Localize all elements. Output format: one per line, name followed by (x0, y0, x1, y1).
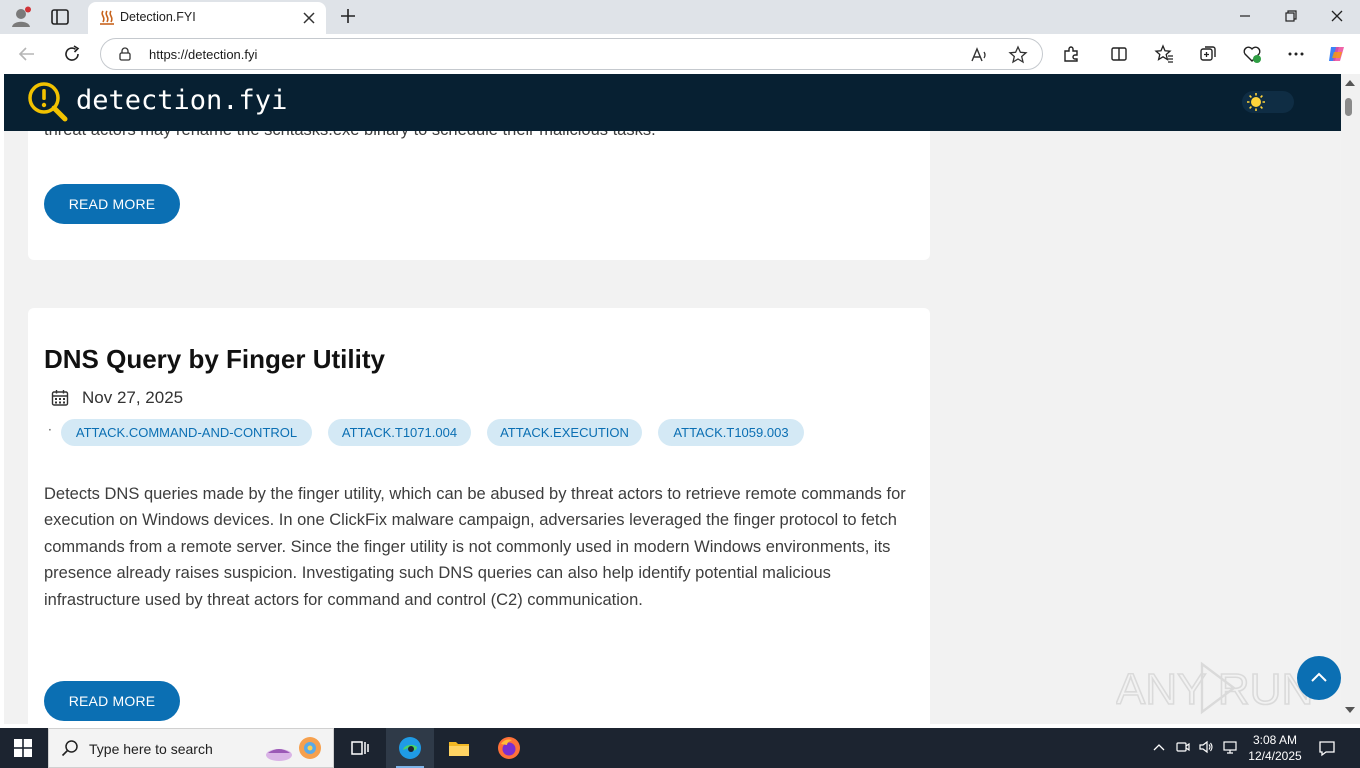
windows-start-icon[interactable] (14, 739, 32, 757)
read-more-button[interactable]: READ MORE (44, 681, 180, 721)
logo-magnifier-icon[interactable] (26, 80, 70, 124)
site-name[interactable]: detection.fyi (76, 85, 287, 116)
taskbar-firefox[interactable] (485, 728, 533, 768)
chevron-up-icon (1311, 672, 1327, 682)
back-icon[interactable] (17, 44, 37, 64)
clock-date: 12/4/2025 (1248, 749, 1302, 763)
tag-chip[interactable]: ATTACK.T1059.003 (658, 419, 804, 446)
post-card: DNS Query by Finger Utility Nov 27, 2025… (28, 308, 930, 724)
calendar-icon (51, 390, 69, 406)
taskbar-file-explorer[interactable] (435, 728, 483, 768)
scrollbar-thumb[interactable] (1345, 98, 1352, 116)
more-icon[interactable] (1286, 44, 1306, 64)
chevron-up-icon[interactable] (1151, 739, 1167, 755)
tab-actions-icon[interactable] (50, 7, 70, 27)
theme-toggle[interactable] (1242, 91, 1294, 113)
tab-title: Detection.FYI (120, 10, 196, 24)
page-scrollbar[interactable] (1341, 74, 1360, 724)
extensions-icon[interactable] (1061, 44, 1081, 64)
folder-icon (449, 742, 469, 756)
active-tab[interactable]: Detection.FYI (88, 2, 326, 34)
read-more-button[interactable]: READ MORE (44, 184, 180, 224)
read-aloud-icon[interactable] (969, 45, 989, 65)
search-highlight-icon (266, 737, 321, 761)
volume-icon[interactable] (1198, 739, 1214, 755)
meet-now-icon[interactable] (1175, 739, 1191, 755)
profile-icon[interactable] (10, 6, 32, 28)
site-favicon-icon (100, 10, 114, 25)
firefox-icon (498, 737, 520, 759)
network-icon[interactable] (1222, 739, 1238, 755)
restore-icon[interactable] (1283, 8, 1299, 24)
refresh-icon[interactable] (62, 44, 82, 64)
lock-icon[interactable] (117, 46, 133, 62)
back-to-top-button[interactable] (1297, 656, 1341, 700)
scroll-down-icon[interactable] (1345, 706, 1355, 714)
site-header: detection.fyi (4, 74, 1341, 131)
collections-icon[interactable] (1198, 44, 1218, 64)
favorites-icon[interactable] (1154, 44, 1174, 64)
notifications-icon[interactable] (1318, 739, 1336, 757)
post-date: Nov 27, 2025 (82, 388, 184, 407)
scroll-up-icon[interactable] (1345, 79, 1355, 87)
tag-chip[interactable]: ATTACK.EXECUTION (487, 419, 642, 446)
task-view-button[interactable] (336, 728, 384, 768)
address-bar[interactable]: https://detection.fyi (100, 38, 1043, 70)
favorite-star-icon[interactable] (1008, 45, 1028, 65)
minimize-icon[interactable] (1237, 8, 1253, 24)
clock-time: 3:08 AM (1252, 733, 1298, 747)
tag-chip[interactable]: ATTACK.T1071.004 (328, 419, 471, 446)
post-description: Detects DNS queries made by the finger u… (44, 485, 906, 609)
taskbar-search[interactable]: Type here to search (48, 728, 334, 768)
search-icon (61, 740, 78, 757)
browser-tabstrip: Detection.FYI (0, 0, 1360, 34)
browser-toolbar: https://detection.fyi (0, 34, 1360, 74)
new-tab-icon[interactable] (339, 7, 357, 25)
anyrun-watermark: ANY RUN (1116, 661, 1314, 715)
page-viewport: detection.fyi threat actors may rename t… (4, 74, 1341, 724)
sun-icon (1247, 93, 1265, 111)
edge-icon (399, 737, 421, 759)
performance-icon[interactable] (1242, 44, 1262, 64)
post-title[interactable]: DNS Query by Finger Utility (44, 344, 385, 375)
search-placeholder: Type here to search (89, 741, 213, 757)
address-url: https://detection.fyi (149, 47, 258, 62)
close-window-icon[interactable] (1329, 8, 1345, 24)
copilot-icon[interactable] (1327, 44, 1347, 64)
split-screen-icon[interactable] (1109, 44, 1129, 64)
close-tab-icon[interactable] (302, 11, 316, 25)
taskbar-clock[interactable]: 3:08 AM 12/4/2025 (1244, 732, 1306, 764)
tag-chip[interactable]: ATTACK.COMMAND-AND-CONTROL (61, 419, 312, 446)
list-bullet: · (48, 423, 52, 437)
windows-taskbar: Type here to search 3:08 AM 12/4/2025 (0, 728, 1360, 768)
task-view-icon (351, 741, 369, 755)
taskbar-edge[interactable] (386, 728, 434, 768)
